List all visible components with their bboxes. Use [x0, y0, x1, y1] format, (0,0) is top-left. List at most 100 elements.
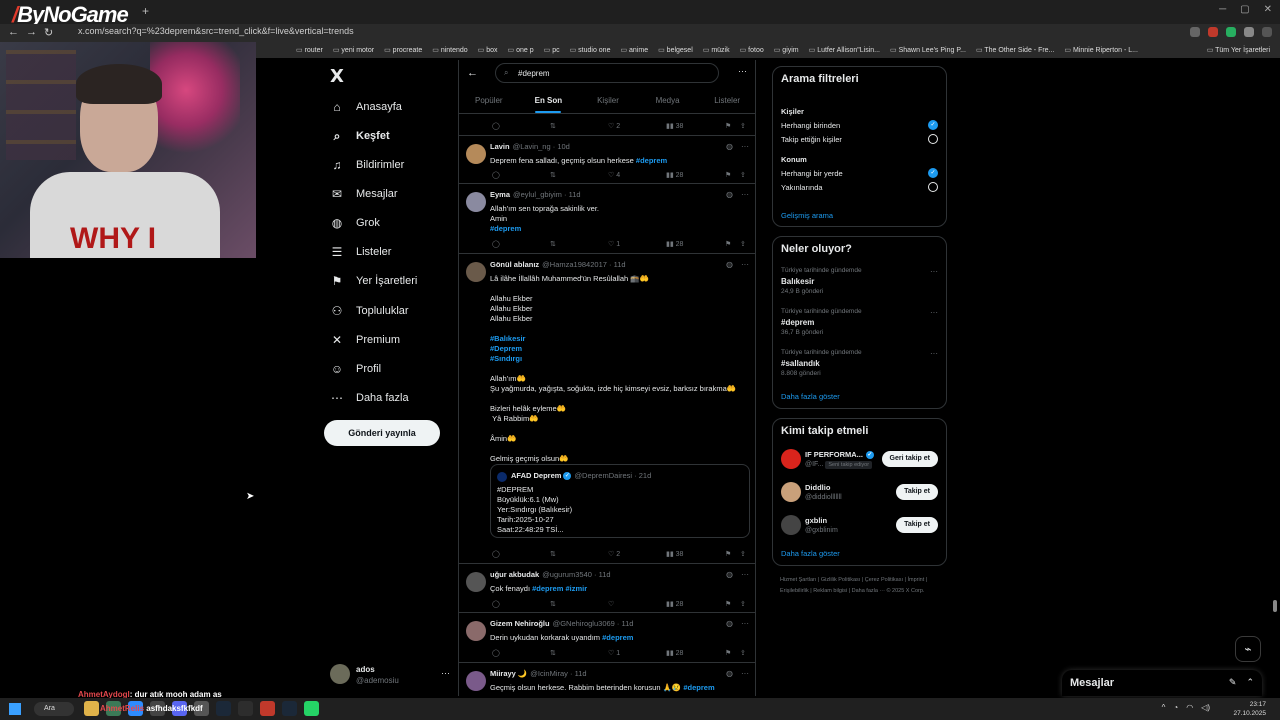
grok-icon[interactable]: ◍: [726, 260, 733, 269]
quoted-tweet[interactable]: AFAD Deprem ✓ @DepremDairesi · 21d #DEPREM …: [490, 464, 750, 538]
sidebar-item-keşfet[interactable]: ⌕ Keşfet: [330, 125, 390, 147]
account-switcher[interactable]: ados @ademosiu ···: [330, 662, 450, 688]
like-button[interactable]: ♡ 1: [608, 240, 620, 248]
bookmark-icon[interactable]: ⚑: [725, 240, 731, 248]
grok-icon[interactable]: ◍: [726, 619, 733, 628]
tab-listeler[interactable]: Listeler: [697, 88, 755, 113]
suggested-user-name[interactable]: Diddlio: [805, 483, 830, 492]
sidebar-item-anasayfa[interactable]: ⌂ Anasayfa: [330, 96, 402, 118]
network-icon[interactable]: ◔: [1173, 703, 1178, 712]
hashtag-link[interactable]: #Balıkesir #Deprem #Sındırgı: [490, 334, 525, 363]
folder-icon[interactable]: [84, 701, 99, 716]
tweet-author-name[interactable]: Miirayy 🌙: [490, 669, 527, 678]
share-icon[interactable]: ⇪: [740, 240, 746, 248]
tweet-handle[interactable]: @GNehiroglu3069: [553, 619, 615, 628]
bookmark-item[interactable]: fotoo: [740, 46, 764, 54]
bookmark-item[interactable]: müzik: [703, 46, 729, 54]
app-icon[interactable]: [260, 701, 275, 716]
like-button[interactable]: ♡ 1: [608, 649, 620, 657]
profile-icon[interactable]: [1262, 27, 1272, 37]
more-icon[interactable]: ···: [741, 669, 749, 678]
tab-medya[interactable]: Medya: [638, 88, 698, 113]
hashtag-link[interactable]: #deprem: [602, 633, 633, 642]
avatar[interactable]: [466, 192, 486, 212]
all-bookmarks[interactable]: Tüm Yer İşaretleri: [1207, 46, 1280, 54]
bookmark-icon[interactable]: ⚑: [725, 600, 731, 608]
tweet-time[interactable]: 11d: [599, 570, 611, 579]
tweet-author-name[interactable]: Lavin: [490, 142, 510, 151]
tweet-card[interactable]: Gizem Nehiroğlu @GNehiroglu3069 · 11d ◍ ···…: [459, 613, 755, 663]
chevron-up-icon[interactable]: ^: [1162, 703, 1166, 712]
like-button[interactable]: ♡: [608, 600, 614, 608]
avatar[interactable]: [466, 262, 486, 282]
who-to-follow-more-link[interactable]: Daha fazla göster: [781, 549, 840, 558]
bookmark-item[interactable]: nintendo: [432, 46, 468, 54]
like-button[interactable]: ♡ 2: [608, 122, 620, 130]
url-field[interactable]: x.com/search?q=%23deprem&src=trend_click…: [64, 26, 1064, 40]
close-icon[interactable]: ✕: [1264, 4, 1272, 15]
bookmark-item[interactable]: Lutfer Allison"Lisin...: [809, 46, 880, 54]
trend-name[interactable]: #deprem: [781, 318, 814, 327]
tweet-author-name[interactable]: uğur akbudak: [490, 570, 539, 579]
x-logo[interactable]: X: [330, 66, 344, 87]
tweet-time[interactable]: 11d: [575, 669, 587, 678]
grok-icon[interactable]: ◍: [726, 669, 733, 678]
share-icon[interactable]: ⇪: [740, 171, 746, 179]
volume-icon[interactable]: ◁): [1201, 703, 1210, 712]
retweet-icon[interactable]: ⇅: [550, 550, 556, 558]
share-icon[interactable]: ⇪: [740, 550, 746, 558]
steam-icon[interactable]: [216, 701, 231, 716]
compose-message-icon[interactable]: ✎: [1229, 677, 1237, 688]
bookmark-icon[interactable]: ⚑: [725, 171, 731, 179]
extension-icon[interactable]: [1244, 27, 1254, 37]
tab-en-son[interactable]: En Son: [519, 88, 579, 113]
more-icon[interactable]: ···: [741, 570, 749, 579]
reply-icon[interactable]: ◯: [492, 240, 500, 248]
radio-unchecked-icon[interactable]: [928, 182, 938, 192]
location-option-near[interactable]: Yakınlarında: [781, 183, 823, 192]
grok-icon[interactable]: ◍: [726, 142, 733, 151]
tweet-time[interactable]: 11d: [622, 619, 634, 628]
like-button[interactable]: ♡ 4: [608, 171, 620, 179]
bookmark-item[interactable]: pc: [544, 46, 559, 54]
tweet-card[interactable]: Miirayy 🌙 @IcinMiray · 11d ◍ ··· Geçmiş olsu…: [459, 663, 755, 696]
grok-icon[interactable]: ⌁: [1235, 636, 1261, 662]
hashtag-link[interactable]: #deprem: [636, 156, 667, 165]
windows-start-icon[interactable]: [9, 703, 21, 715]
reply-icon[interactable]: ◯: [492, 550, 500, 558]
tweet-time[interactable]: 11d: [614, 260, 626, 269]
grok-icon[interactable]: ◍: [726, 190, 733, 199]
sidebar-item-profil[interactable]: ☺ Profil: [330, 358, 381, 380]
views-button[interactable]: ▮▮ 28: [666, 600, 683, 608]
bookmark-icon[interactable]: ⚑: [725, 649, 731, 657]
tweet-time[interactable]: 11d: [569, 190, 581, 199]
follow-button[interactable]: Takip et: [896, 517, 938, 533]
avatar[interactable]: [781, 515, 801, 535]
bookmark-icon[interactable]: ⚑: [725, 122, 731, 130]
sidebar-item-mesajlar[interactable]: ✉ Mesajlar: [330, 183, 398, 205]
more-icon[interactable]: ···: [930, 349, 938, 358]
bookmark-item[interactable]: Shawn Lee's Ping P...: [890, 46, 966, 54]
share-icon[interactable]: ⇪: [740, 122, 746, 130]
minimize-icon[interactable]: ─: [1219, 4, 1226, 15]
views-button[interactable]: ▮▮ 28: [666, 649, 683, 657]
tweet-handle[interactable]: @Lavin_ng: [513, 142, 551, 151]
avatar[interactable]: [781, 449, 801, 469]
post-button[interactable]: Gönderi yayınla: [324, 420, 440, 446]
sidebar-item-premium[interactable]: ✕ Premium: [330, 329, 400, 351]
trends-more-link[interactable]: Daha fazla göster: [781, 392, 840, 401]
bookmark-item[interactable]: Minnie Riperton - L...: [1064, 46, 1138, 54]
suggested-user-name[interactable]: IF PERFORMA... ✓: [805, 450, 874, 460]
avatar[interactable]: [466, 144, 486, 164]
tweet-card[interactable]: Gönül ablanız @Hamza19842017 · 11d ◍ ··· Lâ …: [459, 254, 755, 564]
more-icon[interactable]: ···: [741, 260, 749, 269]
maximize-icon[interactable]: ▢: [1240, 4, 1249, 15]
new-tab-button[interactable]: +: [142, 4, 149, 18]
footer-links[interactable]: Hizmet Şartları | Gizlilik Politikası | …: [780, 575, 950, 597]
views-button[interactable]: ▮▮ 38: [666, 550, 683, 558]
search-input[interactable]: ⌕ #deprem: [495, 63, 719, 83]
tweet-handle[interactable]: @ugurum3540: [542, 570, 592, 579]
reply-icon[interactable]: ◯: [492, 122, 500, 130]
hashtag-link[interactable]: #deprem: [490, 224, 521, 233]
sidebar-item-listeler[interactable]: ☰ Listeler: [330, 241, 392, 263]
